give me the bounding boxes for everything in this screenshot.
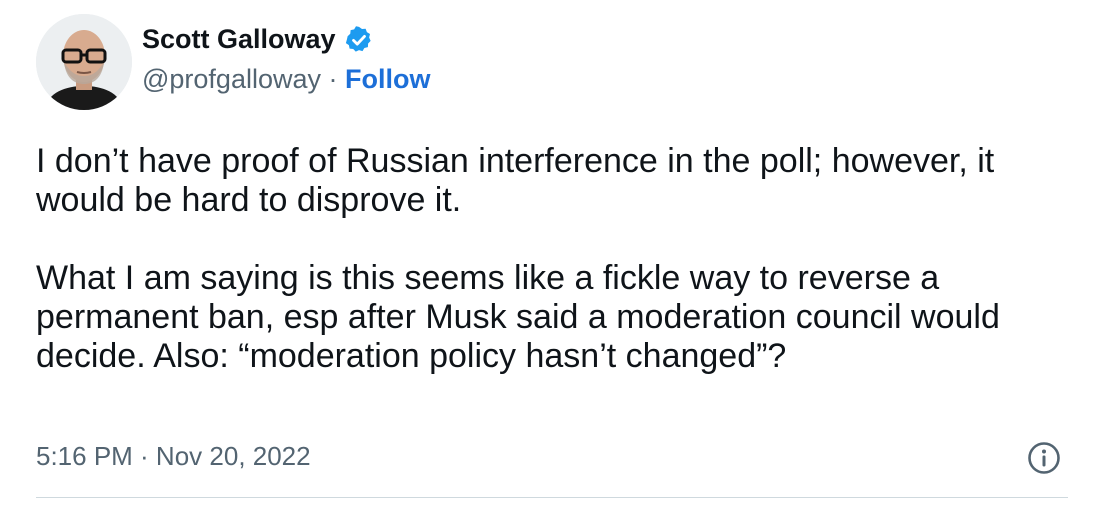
timestamp[interactable]: 5:16 PM · Nov 20, 2022 [36,441,311,472]
author-name-row[interactable]: Scott Galloway [142,24,374,55]
author-name[interactable]: Scott Galloway [142,24,336,55]
tweet-paragraph: I don’t have proof of Russian interferen… [36,142,995,219]
separator: · [321,64,345,94]
tweet-paragraph: What I am saying is this seems like a fi… [36,259,1000,375]
info-icon[interactable] [1027,441,1061,475]
divider [36,497,1068,498]
avatar[interactable] [36,14,132,110]
tweet-card: Scott Galloway @profgalloway · Follow I … [0,0,1098,506]
author-handle[interactable]: @profgalloway [142,64,321,94]
handle-line: @profgalloway · Follow [142,64,430,95]
follow-button[interactable]: Follow [345,64,430,94]
tweet-text: I don’t have proof of Russian interferen… [36,142,1076,376]
verified-badge-icon [344,25,374,55]
